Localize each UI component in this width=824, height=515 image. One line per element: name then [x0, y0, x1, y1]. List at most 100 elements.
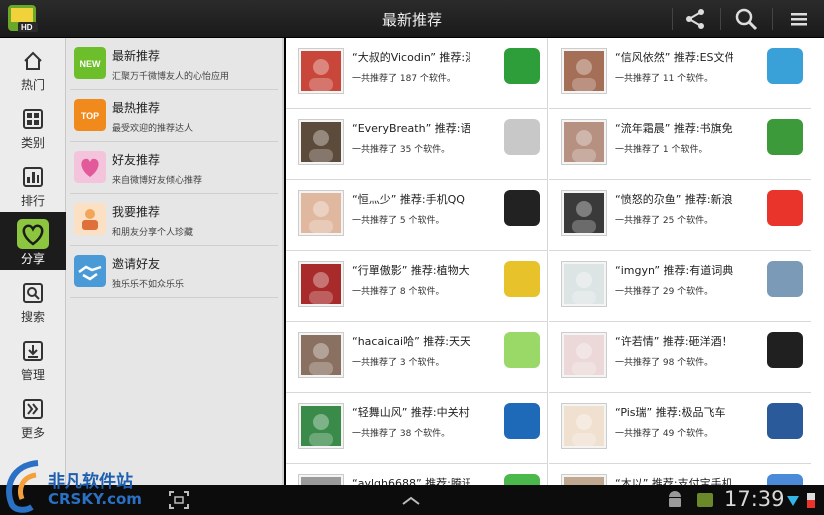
- recommend-cell[interactable]: “行單傲影” 推荐:植物大 一共推荐了 8 个软件。: [286, 251, 548, 322]
- user-avatar[interactable]: [298, 332, 344, 378]
- recommend-title: “hacaicai哈” 推荐:天天: [352, 335, 470, 348]
- menu-title: 最热推荐: [112, 101, 161, 115]
- more-icon: [23, 399, 43, 419]
- side-nav: 热门 类别 排行 分享 搜索 管理 更多: [0, 38, 66, 485]
- menu-item-recommend[interactable]: 我要推荐 和朋友分享个人珍藏: [70, 194, 278, 246]
- menu-title: 好友推荐: [112, 153, 161, 167]
- recommend-title: “aylgh6688” 推荐:腾讯: [352, 477, 470, 485]
- user-avatar[interactable]: [561, 119, 607, 165]
- recommend-count: 一共推荐了 25 个软件。: [615, 216, 714, 226]
- recommend-cell[interactable]: “木以” 推荐:支付宝手机: [549, 464, 811, 485]
- menu-item-latest[interactable]: NEW 最新推荐 汇聚万千微博友人的心怡应用: [70, 38, 278, 90]
- recommend-cell[interactable]: “恒灬少” 推荐:手机QQ 一共推荐了 5 个软件。: [286, 180, 548, 251]
- recommend-count: 一共推荐了 11 个软件。: [615, 74, 714, 84]
- menu-title: 我要推荐: [112, 205, 161, 219]
- chevron-up-icon[interactable]: [400, 490, 422, 510]
- app-thumbnail-icon[interactable]: [504, 119, 540, 155]
- divider: [672, 8, 673, 30]
- recommend-title: “轻舞山风” 推荐:中关村: [352, 406, 470, 419]
- recommend-cell[interactable]: “Pis瑞” 推荐:极品飞车 一共推荐了 49 个软件。: [549, 393, 811, 464]
- recommend-cell[interactable]: “信风依然” 推荐:ES文件 一共推荐了 11 个软件。: [549, 38, 811, 109]
- menu-subtitle: 独乐乐不如众乐乐: [112, 280, 185, 290]
- recommend-title: “Pis瑞” 推荐:极品飞车: [615, 406, 726, 419]
- recommend-count: 一共推荐了 49 个软件。: [615, 429, 714, 439]
- recommend-count: 一共推荐了 35 个软件。: [352, 145, 451, 155]
- nav-label: 分享: [20, 252, 45, 266]
- battery-icon: [807, 493, 815, 508]
- menu-title: 邀请好友: [112, 257, 161, 271]
- nav-item-ranking[interactable]: 排行: [0, 154, 66, 212]
- app-thumbnail-icon[interactable]: [504, 332, 540, 368]
- nav-item-share[interactable]: 分享: [0, 212, 66, 270]
- recommend-title: “愤怒的尕鱼” 推荐:新浪: [615, 193, 733, 206]
- user-avatar[interactable]: [561, 48, 607, 94]
- user-avatar[interactable]: [561, 403, 607, 449]
- user-avatar[interactable]: [561, 332, 607, 378]
- app-thumbnail-icon[interactable]: [767, 332, 803, 368]
- handshake-icon: [74, 255, 106, 287]
- app-thumbnail-icon[interactable]: [504, 261, 540, 297]
- recommend-cell[interactable]: “aylgh6688” 推荐:腾讯: [286, 464, 548, 485]
- wifi-icon: [787, 496, 799, 506]
- user-avatar[interactable]: [561, 261, 607, 307]
- recommend-count: 一共推荐了 29 个软件。: [615, 287, 714, 297]
- app-thumbnail-icon[interactable]: [767, 403, 803, 439]
- recommend-title: “木以” 推荐:支付宝手机: [615, 477, 733, 485]
- app-thumbnail-icon[interactable]: [767, 190, 803, 226]
- recommend-cell[interactable]: “imgyn” 推荐:有道词典 一共推荐了 29 个软件。: [549, 251, 811, 322]
- nav-item-manage[interactable]: 管理: [0, 328, 66, 386]
- user-avatar[interactable]: [298, 261, 344, 307]
- app-notification-icon: [697, 493, 713, 507]
- menu-subtitle: 汇聚万千微博友人的心怡应用: [112, 72, 230, 82]
- recommend-grid: “大叔的Vicodin” 推荐:湯 一共推荐了 187 个软件。 “信风依然” 推荐…: [286, 38, 824, 485]
- user-avatar[interactable]: [298, 119, 344, 165]
- user-avatar[interactable]: [298, 403, 344, 449]
- home-icon: [24, 51, 42, 70]
- user-avatar[interactable]: [298, 48, 344, 94]
- menu-item-invite[interactable]: 邀请好友 独乐乐不如众乐乐: [70, 246, 278, 298]
- app-thumbnail-icon[interactable]: [504, 190, 540, 226]
- app-thumbnail-icon[interactable]: [504, 48, 540, 84]
- nav-label: 类别: [20, 136, 45, 150]
- recommend-cell[interactable]: “流年霜晨” 推荐:书旗免 一共推荐了 1 个软件。: [549, 109, 811, 180]
- recommend-title: “行單傲影” 推荐:植物大: [352, 264, 470, 277]
- app-thumbnail-icon[interactable]: [767, 48, 803, 84]
- android-icon: [669, 491, 681, 507]
- recommend-cell[interactable]: “hacaicai哈” 推荐:天天 一共推荐了 3 个软件。: [286, 322, 548, 393]
- app-thumbnail-icon[interactable]: [767, 119, 803, 155]
- recommend-cell[interactable]: “轻舞山风” 推荐:中关村 一共推荐了 38 个软件。: [286, 393, 548, 464]
- app-thumbnail-icon[interactable]: [767, 261, 803, 297]
- recommend-cell[interactable]: “EveryBreath” 推荐:语 一共推荐了 35 个软件。: [286, 109, 548, 180]
- recommend-cell[interactable]: “大叔的Vicodin” 推荐:湯 一共推荐了 187 个软件。: [286, 38, 548, 109]
- nav-label: 管理: [20, 368, 45, 382]
- nav-item-search[interactable]: 搜索: [0, 270, 66, 328]
- action-bar: HD 最新推荐: [0, 0, 824, 38]
- nav-item-hot[interactable]: 热门: [0, 38, 66, 96]
- user-avatar[interactable]: [298, 190, 344, 236]
- user-avatar[interactable]: [561, 190, 607, 236]
- recommend-count: 一共推荐了 5 个软件。: [352, 216, 445, 226]
- menu-item-hottest[interactable]: TOP 最热推荐 最受欢迎的推荐达人: [70, 90, 278, 142]
- recommend-count: 一共推荐了 187 个软件。: [352, 74, 456, 84]
- recommend-cell[interactable]: “愤怒的尕鱼” 推荐:新浪 一共推荐了 25 个软件。: [549, 180, 811, 251]
- person-gift-icon: [74, 203, 106, 235]
- user-avatar[interactable]: [561, 474, 607, 485]
- search-icon[interactable]: [732, 5, 760, 33]
- app-thumbnail-icon[interactable]: [504, 474, 540, 485]
- app-thumbnail-icon[interactable]: [504, 403, 540, 439]
- menu-title: 最新推荐: [112, 49, 161, 63]
- share-icon[interactable]: [681, 5, 709, 33]
- app-thumbnail-icon[interactable]: [767, 474, 803, 485]
- clock: 17:39: [724, 487, 785, 511]
- menu-icon[interactable]: [785, 5, 813, 33]
- nav-item-more[interactable]: 更多: [0, 386, 66, 444]
- screenshot-icon[interactable]: [168, 490, 190, 510]
- menu-item-friends[interactable]: 好友推荐 来自微博好友倾心推荐: [70, 142, 278, 194]
- recommend-title: “imgyn” 推荐:有道词典: [615, 264, 733, 277]
- user-avatar[interactable]: [298, 474, 344, 485]
- menu-subtitle: 来自微博好友倾心推荐: [112, 176, 203, 186]
- heart-icon: [17, 219, 49, 249]
- nav-item-category[interactable]: 类别: [0, 96, 66, 154]
- recommend-cell[interactable]: “许若情” 推荐:砸洋酒！ 一共推荐了 98 个软件。: [549, 322, 811, 393]
- watermark-text: 非凡软件站: [48, 472, 133, 492]
